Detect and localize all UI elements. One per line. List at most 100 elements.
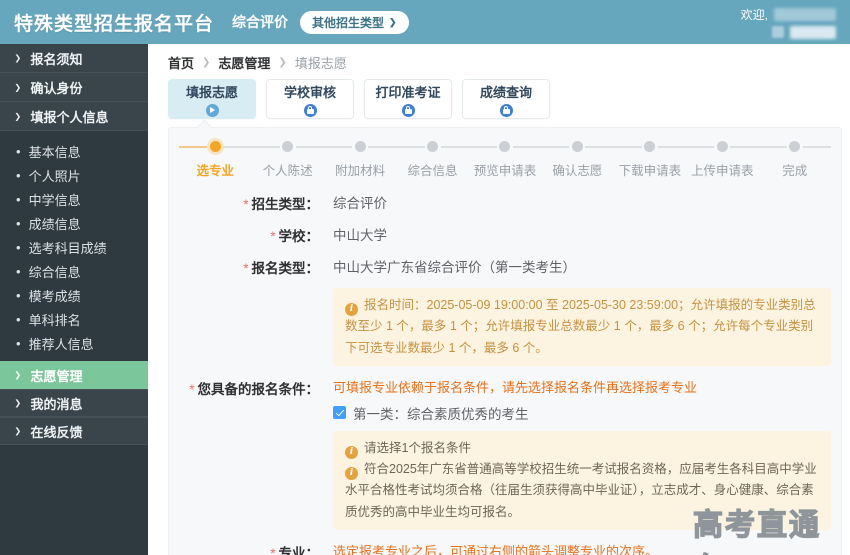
sidebar-item-subject-ranking[interactable]: • 单科排名	[0, 307, 148, 331]
conditions-hint: 可填报专业依赖于报名条件，请先选择报名条件再选择报考专业	[333, 379, 698, 395]
bullet-icon: •	[16, 287, 21, 303]
chevron-right-icon: ❯	[14, 111, 22, 121]
tab-bar: 填报志愿 学校审核 打印准考证 成绩查询	[168, 79, 842, 119]
sidebar-item-volunteer-management[interactable]: ❯ 志愿管理	[0, 361, 148, 389]
info-icon: i	[345, 303, 358, 316]
tab-print-admission-ticket[interactable]: 打印准考证	[364, 79, 452, 119]
condition-checkbox-label: 第一类：综合素质优秀的考生	[353, 406, 529, 422]
step-dot	[716, 141, 728, 152]
required-asterisk: *	[270, 545, 276, 555]
breadcrumb-home[interactable]: 首页	[168, 53, 194, 72]
step-dot	[282, 141, 294, 152]
step-additional-materials: 附加材料	[323, 140, 397, 179]
sidebar-item-online-feedback[interactable]: ❯ 在线反馈	[0, 417, 148, 445]
form-row-time-alert: i 报名时间：2025-05-09 19:00:00 至 2025-05-30 2…	[179, 288, 831, 366]
form-row-major: *专业： 选定报考专业之后，可通过右侧的箭头调整专业的次序。 1、 ✓ 专业组2…	[179, 541, 831, 555]
step-dot	[644, 141, 656, 152]
form-row-conditions: * 您具备的报名条件： 可填报专业依赖于报名条件，请先选择报名条件再选择报考专业 …	[179, 377, 831, 530]
play-icon	[205, 103, 219, 117]
user-area: 欢迎,	[741, 6, 836, 39]
lock-icon	[499, 103, 513, 117]
required-asterisk: *	[270, 229, 276, 244]
bullet-icon: •	[16, 191, 21, 207]
breadcrumb-volunteer-management[interactable]: 志愿管理	[218, 53, 270, 72]
breadcrumb: 首页 ❯ 志愿管理 ❯ 填报志愿	[168, 44, 842, 72]
tab-school-review[interactable]: 学校审核	[266, 79, 354, 119]
major-hint: 选定报考专业之后，可通过右侧的箭头调整专业的次序。	[333, 543, 659, 555]
chevron-right-icon: ❯	[389, 16, 397, 27]
content-panel: 选专业 个人陈述 附加材料 综合信息 预览申请表 确认志愿 下载申请表 上传申请…	[168, 127, 842, 555]
sidebar-item-recommender-info[interactable]: • 推荐人信息	[0, 331, 148, 355]
sidebar-item-comprehensive-info[interactable]: • 综合信息	[0, 259, 148, 283]
tab-score-query[interactable]: 成绩查询	[462, 79, 550, 119]
step-dot	[427, 141, 439, 152]
tab-fill-volunteer[interactable]: 填报志愿	[168, 79, 256, 119]
sidebar-item-photo[interactable]: • 个人照片	[0, 163, 148, 187]
required-asterisk: *	[243, 261, 249, 276]
sidebar-item-score-info[interactable]: • 成绩信息	[0, 211, 148, 235]
progress-stepper: 选专业 个人陈述 附加材料 综合信息 预览申请表 确认志愿 下载申请表 上传申请…	[179, 140, 832, 179]
sidebar-item-school-info[interactable]: • 中学信息	[0, 187, 148, 211]
bullet-icon: •	[16, 167, 21, 183]
required-asterisk: *	[243, 197, 249, 212]
info-icon: i	[345, 467, 358, 480]
app-title: 特殊类型招生报名平台	[14, 13, 215, 35]
checkbox-checked-icon[interactable]	[333, 406, 346, 420]
registration-type-value: 中山大学广东省综合评价（第一类考生）	[333, 260, 576, 275]
conditions-note-alert: i 请选择1个报名条件 i 符合2025年广东省普通高等学校招生统一考试报名资格，应…	[333, 430, 831, 530]
sidebar-item-confirm-identity[interactable]: ❯ 确认身份	[0, 73, 148, 102]
condition-checkbox-row[interactable]: 第一类：综合素质优秀的考生	[333, 403, 831, 423]
chevron-right-icon: ❯	[14, 53, 22, 63]
chevron-right-icon: ❯	[14, 398, 22, 408]
step-dot	[571, 141, 583, 152]
app-header: 特殊类型招生报名平台 综合评价 其他招生类型 ❯ 欢迎,	[0, 0, 850, 44]
lock-icon	[303, 103, 317, 117]
bullet-icon: •	[16, 335, 21, 351]
bullet-icon: •	[16, 143, 21, 159]
bullet-icon: •	[16, 215, 21, 231]
bullet-icon: •	[16, 239, 21, 255]
required-asterisk: *	[189, 381, 195, 397]
welcome-label: 欢迎,	[740, 7, 768, 22]
step-upload-application: 上传申请表	[686, 140, 759, 179]
redacted-action[interactable]	[790, 25, 836, 39]
sidebar-item-my-messages[interactable]: ❯ 我的消息	[0, 389, 148, 417]
step-confirm-volunteer: 确认志愿	[541, 140, 615, 179]
other-enroll-types-button[interactable]: 其他招生类型 ❯	[300, 10, 409, 34]
chevron-right-icon: ❯	[14, 82, 22, 92]
redacted-glyph	[772, 26, 784, 38]
chevron-right-icon: ❯	[14, 426, 22, 436]
category-label: 综合评价	[232, 14, 289, 30]
step-download-application: 下载申请表	[613, 140, 687, 179]
chevron-right-icon: ❯	[202, 57, 211, 68]
sidebar-item-enroll-notice[interactable]: ❯ 报名须知	[0, 44, 148, 73]
sidebar-item-basic-info[interactable]: • 基本信息	[0, 139, 148, 163]
enroll-type-value: 综合评价	[333, 196, 387, 211]
lock-icon	[401, 103, 415, 117]
chevron-right-icon: ❯	[278, 57, 287, 68]
step-dot	[789, 141, 801, 152]
breadcrumb-fill-volunteer: 填报志愿	[294, 56, 347, 71]
chevron-right-icon: ❯	[14, 370, 22, 380]
enroll-time-alert: i 报名时间：2025-05-09 19:00:00 至 2025-05-30 2…	[333, 288, 831, 366]
step-choose-major: 选专业	[179, 140, 252, 179]
sidebar-item-mock-scores[interactable]: • 模考成绩	[0, 283, 148, 307]
main-content: 首页 ❯ 志愿管理 ❯ 填报志愿 填报志愿 学校审核 打印准考证 成绩查询 选专…	[148, 44, 850, 555]
step-dot	[209, 141, 221, 152]
sidebar-nav: ❯ 报名须知 ❯ 确认身份 ❯ 填报个人信息 • 基本信息 • 个人照片 • 中…	[0, 44, 148, 555]
redacted-username	[774, 7, 836, 21]
school-value: 中山大学	[333, 228, 387, 243]
sidebar-item-personal-info[interactable]: ❯ 填报个人信息	[0, 102, 148, 131]
step-dot	[499, 141, 511, 152]
step-comprehensive-info: 综合信息	[396, 140, 470, 179]
bullet-icon: •	[16, 311, 21, 327]
form-row-school: * 学校： 中山大学	[179, 224, 831, 245]
form-row-registration-type: * 报名类型： 中山大学广东省综合评价（第一类考生）	[179, 256, 831, 277]
bullet-icon: •	[16, 263, 21, 279]
sidebar-item-subject-scores[interactable]: • 选考科目成绩	[0, 235, 148, 259]
sidebar-subsection: • 基本信息 • 个人照片 • 中学信息 • 成绩信息 • 选考科目成绩 • 综…	[0, 131, 148, 361]
step-dot	[354, 141, 366, 152]
step-preview-application: 预览申请表	[468, 140, 542, 179]
step-finish: 完成	[758, 140, 832, 179]
info-icon: i	[345, 445, 358, 459]
